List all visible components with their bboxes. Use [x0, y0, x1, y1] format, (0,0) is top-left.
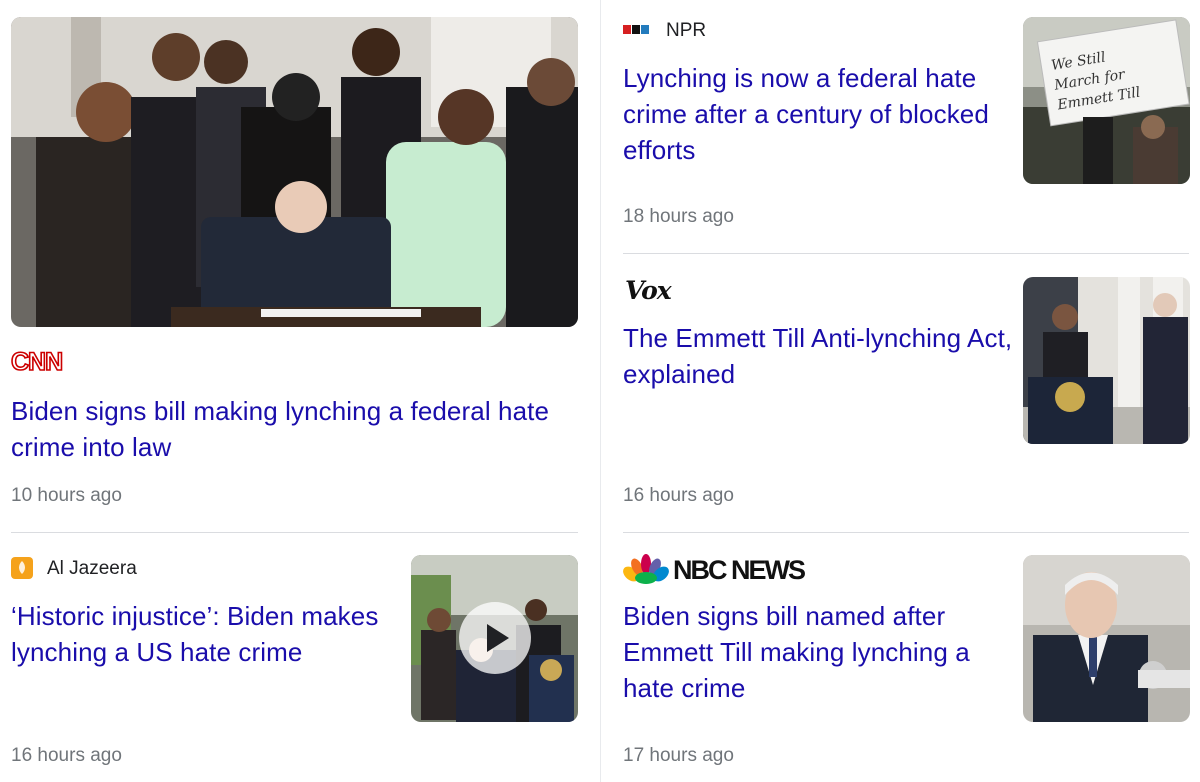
- aljazeera-logo-icon: [11, 557, 33, 579]
- signing-ceremony-photo: [11, 17, 578, 327]
- play-icon: [487, 624, 509, 652]
- source-name: Al Jazeera: [47, 558, 137, 579]
- article-thumbnail[interactable]: [11, 17, 578, 327]
- source-name: NPR: [666, 20, 707, 41]
- speaker-photo: [1023, 555, 1190, 722]
- nbc-peacock-logo-icon: [623, 554, 669, 584]
- source-logo-nbc: NBC NEWS: [673, 555, 806, 585]
- article-thumbnail[interactable]: [411, 555, 578, 722]
- article-timestamp: 16 hours ago: [623, 485, 734, 506]
- source-logo-cnn: CNN: [10, 347, 64, 377]
- article-title[interactable]: ‘Historic injustice’: Biden makes lynchi…: [11, 598, 386, 670]
- article-timestamp: 16 hours ago: [11, 745, 122, 766]
- article-thumbnail[interactable]: [1023, 277, 1190, 444]
- news-card-vox[interactable]: Vox The Emmett Till Anti-lynching Act, e…: [601, 254, 1200, 532]
- news-card-npr[interactable]: NPR Lynching is now a federal hate crime…: [601, 0, 1200, 253]
- protest-sign-photo: We Still March for Emmett Till: [1023, 17, 1190, 184]
- news-card-aljazeera[interactable]: Al Jazeera ‘Historic injustice’: Biden m…: [0, 533, 600, 782]
- news-card-nbc[interactable]: NBC NEWS Biden signs bill named after Em…: [601, 533, 1200, 782]
- article-thumbnail[interactable]: [1023, 555, 1190, 722]
- article-timestamp: 18 hours ago: [623, 206, 734, 227]
- npr-logo-icon: [623, 25, 649, 34]
- podium-photo: [1023, 277, 1190, 444]
- play-button[interactable]: [459, 602, 531, 674]
- article-title[interactable]: The Emmett Till Anti-lynching Act, expla…: [623, 320, 1013, 392]
- article-title[interactable]: Biden signs bill named after Emmett Till…: [623, 598, 1003, 706]
- news-card-cnn[interactable]: CNN Biden signs bill making lynching a f…: [0, 0, 600, 530]
- source-logo-vox: Vox: [625, 276, 672, 305]
- article-title[interactable]: Lynching is now a federal hate crime aft…: [623, 60, 1003, 168]
- article-timestamp: 17 hours ago: [623, 745, 734, 766]
- article-timestamp: 10 hours ago: [11, 485, 122, 506]
- article-title[interactable]: Biden signs bill making lynching a feder…: [11, 393, 571, 465]
- article-thumbnail[interactable]: We Still March for Emmett Till: [1023, 17, 1190, 184]
